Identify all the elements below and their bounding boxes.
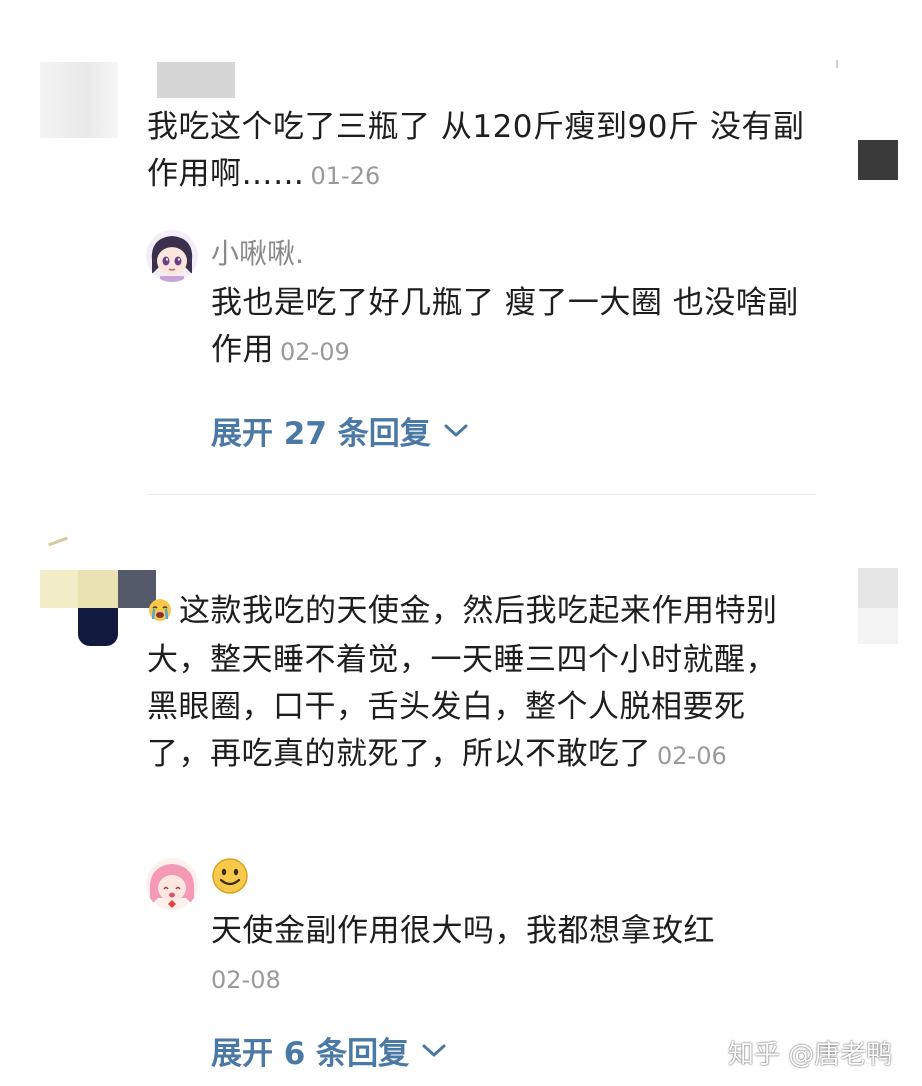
top-right-mark xyxy=(836,60,838,68)
expand-replies-2-label: 展开 6 条回复 xyxy=(211,1036,410,1072)
expand-replies-1-label: 展开 27 条回复 xyxy=(211,416,431,452)
chevron-down-icon xyxy=(444,424,468,436)
blurred-like-count-2 xyxy=(858,608,898,644)
reply-2-time: 02-08 xyxy=(211,966,281,994)
reply-1-time: 02-09 xyxy=(280,338,350,366)
crying-emoji-icon xyxy=(147,590,173,637)
reply-1-text: 我也是吃了好几瓶了 瘦了一大圈 也没啥副作用 02-09 xyxy=(211,280,811,376)
reply-1-avatar-image xyxy=(146,230,198,282)
smile-emoji-icon xyxy=(211,857,249,899)
blurred-avatar-2b xyxy=(78,570,118,608)
reply-2-text: 天使金副作用很大吗，我都想拿玫红 02-08 xyxy=(211,908,811,1004)
comment-2-time: 02-06 xyxy=(657,742,727,770)
reply-1-username[interactable]: 小啾啾. xyxy=(211,232,304,272)
blurred-username-1 xyxy=(157,62,235,98)
comment-1-body: 我吃这个吃了三瓶了 从120斤瘦到90斤 没有副作用啊…… xyxy=(147,109,805,192)
expand-replies-2-button[interactable]: 展开 6 条回复 xyxy=(211,1028,447,1073)
thread-divider xyxy=(146,494,816,495)
blurred-avatar-2d xyxy=(78,608,118,646)
zhihu-watermark: 知乎 @唐老鸭 xyxy=(728,1040,893,1070)
comment-1-time: 01-26 xyxy=(310,162,381,190)
blurred-avatar-1 xyxy=(40,62,118,138)
blurred-like-icon-1[interactable] xyxy=(858,140,898,180)
reply-2-username[interactable] xyxy=(211,857,249,899)
reply-2-avatar[interactable] xyxy=(146,858,198,910)
expand-replies-1-button[interactable]: 展开 27 条回复 xyxy=(211,408,469,453)
blurred-avatar-2a xyxy=(40,570,78,608)
reply-2-avatar-image xyxy=(146,858,198,910)
reply-2-body: 天使金副作用很大吗，我都想拿玫红 xyxy=(211,913,715,949)
reply-1-avatar[interactable] xyxy=(146,230,198,282)
comment-1-text: 我吃这个吃了三瓶了 从120斤瘦到90斤 没有副作用啊…… 01-26 xyxy=(147,104,827,200)
comment-2-text: 这款我吃的天使金，然后我吃起来作用特别大，整天睡不着觉，一天睡三四个小时就醒，黑… xyxy=(147,588,807,780)
blurred-like-icon-2[interactable] xyxy=(858,568,898,608)
chevron-down-icon xyxy=(422,1044,446,1056)
blurred-fragment-2 xyxy=(48,536,68,547)
